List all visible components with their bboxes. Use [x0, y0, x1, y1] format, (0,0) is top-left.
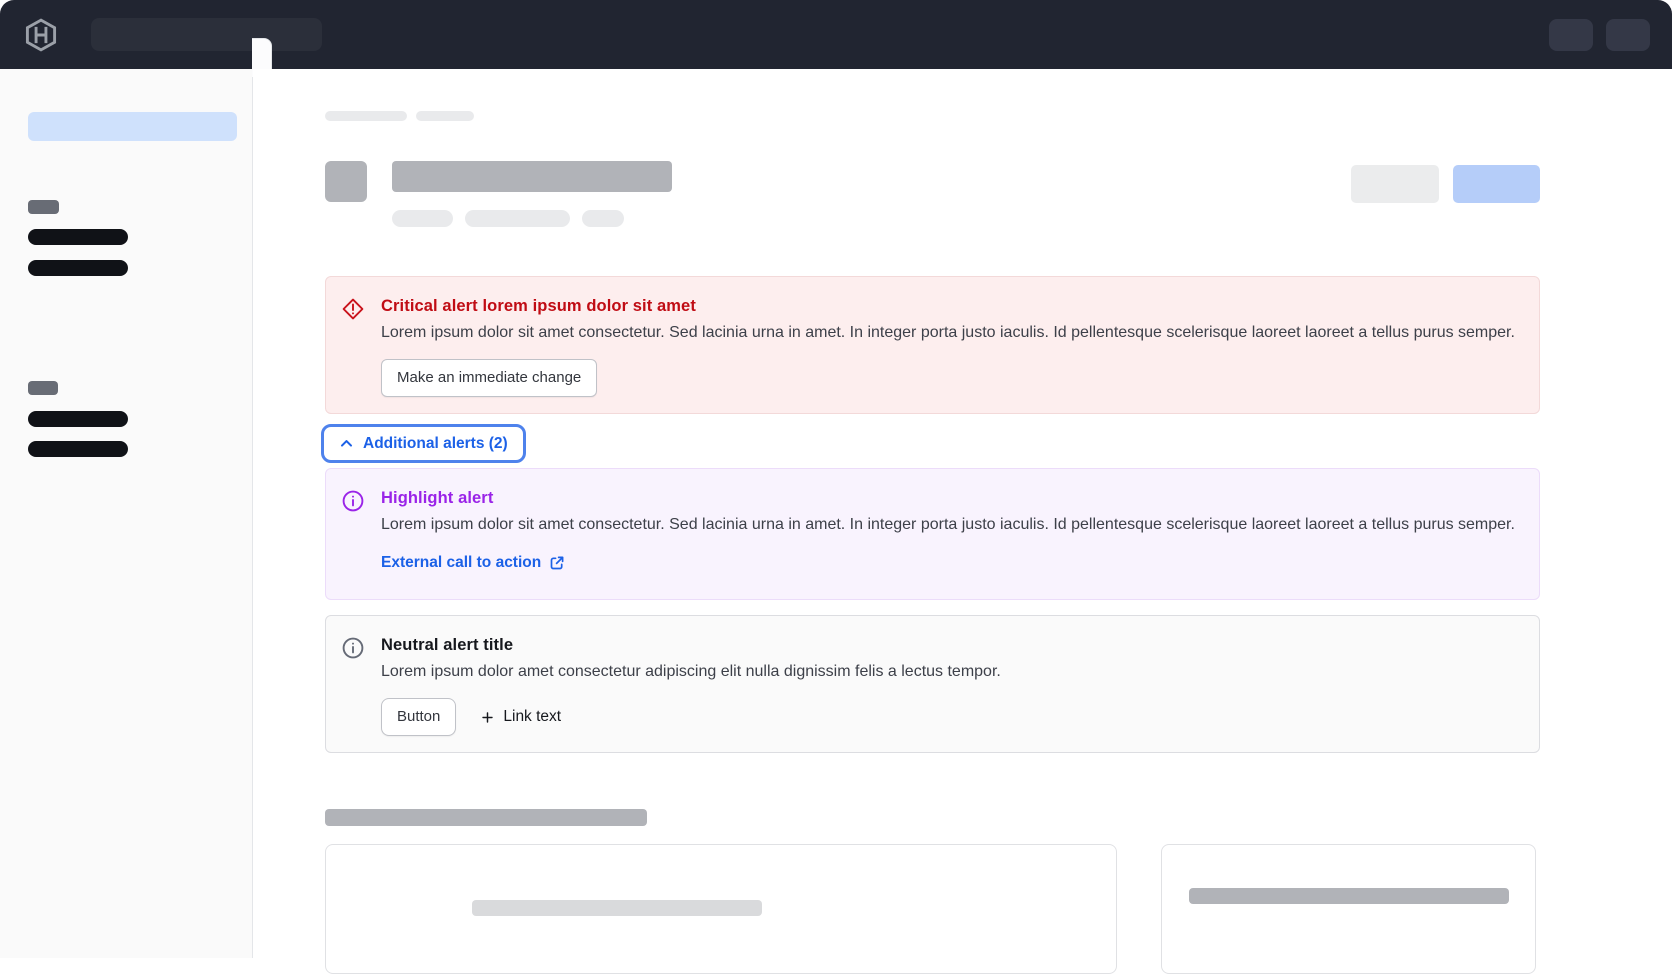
sidebar-item-skeleton[interactable] — [28, 260, 128, 276]
neutral-button[interactable]: Button — [381, 698, 456, 736]
sidebar-active-item-skeleton[interactable] — [28, 112, 237, 141]
critical-alert-description: Lorem ipsum dolor sit amet consectetur. … — [381, 321, 1515, 345]
neutral-alert-actions: Button Link text — [381, 698, 1515, 736]
secondary-button-skeleton[interactable] — [1351, 165, 1439, 203]
chevron-up-icon — [339, 436, 354, 451]
neutral-alert-description: Lorem ipsum dolor amet consectetur adipi… — [381, 660, 1515, 684]
content-card — [1161, 844, 1536, 974]
main-content: Critical alert lorem ipsum dolor sit ame… — [253, 69, 1672, 958]
header-icon-skeleton — [325, 161, 367, 202]
nav-search-skeleton[interactable] — [91, 18, 322, 51]
info-icon — [341, 636, 365, 660]
breadcrumb — [325, 111, 1540, 121]
breadcrumb-item-skeleton — [325, 111, 407, 121]
plus-icon — [481, 711, 494, 724]
nav-user-button-skeleton[interactable] — [1606, 19, 1650, 51]
page-header — [325, 161, 1540, 227]
critical-alert-body: Critical alert lorem ipsum dolor sit ame… — [381, 294, 1515, 397]
meta-chip-skeleton — [582, 210, 624, 227]
meta-chip-skeleton — [392, 210, 453, 227]
section-title-skeleton — [325, 809, 647, 826]
hashicorp-logo-icon — [24, 17, 58, 53]
primary-button-skeleton[interactable] — [1453, 165, 1540, 203]
external-link-icon — [549, 555, 565, 571]
critical-alert: Critical alert lorem ipsum dolor sit ame… — [325, 276, 1540, 414]
breadcrumb-item-skeleton — [416, 111, 474, 121]
content-cards — [325, 844, 1540, 974]
info-icon — [341, 489, 365, 513]
critical-alert-title: Critical alert lorem ipsum dolor sit ame… — [381, 294, 1515, 318]
sidebar-item-skeleton[interactable] — [28, 411, 128, 427]
sidebar — [0, 69, 253, 958]
highlight-alert-title: Highlight alert — [381, 486, 1515, 510]
card-content-skeleton — [1189, 888, 1509, 904]
immediate-change-button[interactable]: Make an immediate change — [381, 359, 597, 397]
content-card — [325, 844, 1117, 974]
page-title-skeleton — [392, 161, 672, 192]
add-link[interactable]: Link text — [481, 708, 561, 726]
highlight-alert: Highlight alert Lorem ipsum dolor sit am… — [325, 468, 1540, 600]
sidebar-item-skeleton[interactable] — [28, 229, 128, 245]
additional-alerts-toggle[interactable]: Additional alerts (2) — [321, 424, 526, 463]
neutral-alert-title: Neutral alert title — [381, 633, 1515, 657]
header-meta-skeleton — [392, 210, 672, 227]
external-cta-label: External call to action — [381, 554, 541, 572]
additional-alerts-label: Additional alerts (2) — [363, 435, 508, 453]
add-link-label: Link text — [503, 708, 561, 726]
card-content-skeleton — [472, 900, 762, 916]
header-text-skeleton — [392, 161, 672, 227]
nav-help-button-skeleton[interactable] — [1549, 19, 1593, 51]
sidebar-item-skeleton[interactable] — [28, 441, 128, 457]
alerts-region: Critical alert lorem ipsum dolor sit ame… — [325, 276, 1540, 753]
highlight-alert-body: Highlight alert Lorem ipsum dolor sit am… — [381, 486, 1515, 572]
top-nav — [0, 0, 1672, 69]
header-actions — [1351, 165, 1540, 227]
sidebar-section-label-skeleton — [28, 200, 59, 214]
alert-diamond-icon — [341, 297, 365, 321]
highlight-alert-description: Lorem ipsum dolor sit amet consectetur. … — [381, 513, 1515, 537]
external-cta-link[interactable]: External call to action — [381, 554, 565, 572]
meta-chip-skeleton — [465, 210, 570, 227]
sidebar-section-label-skeleton — [28, 381, 58, 395]
neutral-alert-body: Neutral alert title Lorem ipsum dolor am… — [381, 633, 1515, 736]
neutral-alert: Neutral alert title Lorem ipsum dolor am… — [325, 615, 1540, 753]
